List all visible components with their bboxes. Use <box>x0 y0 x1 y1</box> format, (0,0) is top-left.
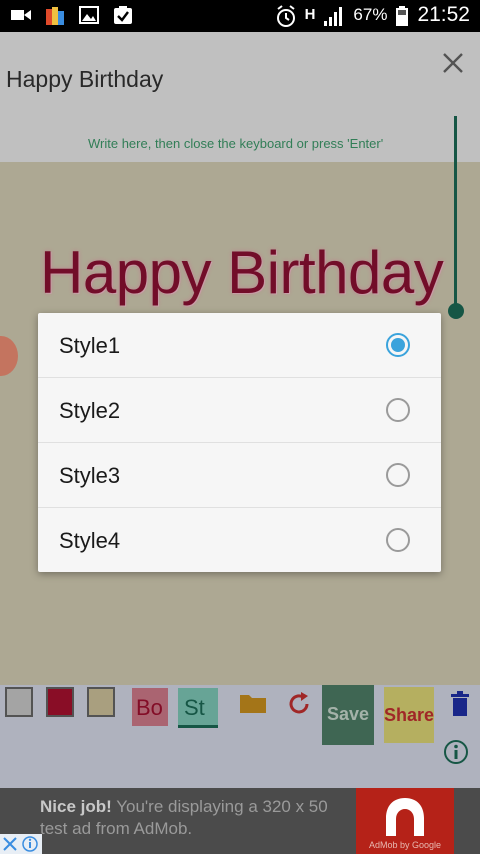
battery-percent: 67% <box>353 5 388 24</box>
ad-text[interactable]: Nice job! You're displaying a 320 x 50 t… <box>40 796 350 840</box>
ad-logo-caption: AdMob by Google <box>368 840 442 850</box>
signal-icon <box>323 5 345 26</box>
style-option-3[interactable]: Style3 <box>38 443 441 508</box>
style-option-label: Style2 <box>59 398 121 423</box>
ad-headline: Nice job! <box>40 797 112 816</box>
battery-icon <box>395 5 409 26</box>
ad-banner[interactable]: Nice job! You're displaying a 320 x 50 t… <box>0 788 480 854</box>
clipboard-check-icon <box>112 5 134 25</box>
style-option-2[interactable]: Style2 <box>38 378 441 443</box>
clock: 21:52 <box>417 3 470 26</box>
alarm-icon <box>275 5 297 27</box>
network-h-icon: H <box>304 6 316 23</box>
style-option-label: Style1 <box>59 333 121 358</box>
style-option-label: Style4 <box>59 528 121 553</box>
radio-button[interactable] <box>386 528 410 552</box>
style-option-4[interactable]: Style4 <box>38 508 441 573</box>
image-icon <box>78 5 100 25</box>
style-option-label: Style3 <box>59 463 121 488</box>
status-bar: H 67% 21:52 <box>0 0 480 32</box>
ad-choices[interactable] <box>0 834 42 854</box>
radio-button-checked[interactable] <box>386 333 410 357</box>
style-option-1[interactable]: Style1 <box>38 313 441 378</box>
radio-button[interactable] <box>386 398 410 422</box>
admob-logo[interactable]: AdMob by Google <box>356 788 454 854</box>
style-dialog: Style1 Style2 Style3 Style4 <box>38 313 441 572</box>
video-icon <box>10 5 32 25</box>
radio-button[interactable] <box>386 463 410 487</box>
app-icon <box>44 5 66 25</box>
